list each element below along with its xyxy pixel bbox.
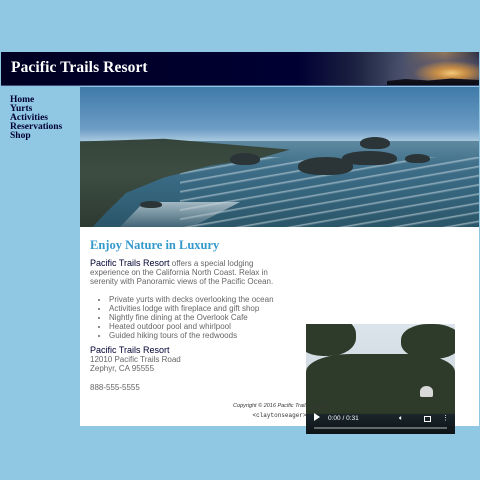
video-progress-bar[interactable] xyxy=(314,427,447,429)
site-header: Pacific Trails Resort xyxy=(1,52,479,86)
resort-name-highlight: Pacific Trails Resort xyxy=(90,258,170,268)
address-name: Pacific Trails Resort xyxy=(90,345,170,355)
address-city: Zephyr, CA 95555 xyxy=(90,364,155,373)
features-list: Private yurts with decks overlooking the… xyxy=(97,295,302,340)
list-item: Nightly fine dining at the Overlook Cafe xyxy=(109,313,302,322)
hero-coast-image xyxy=(80,87,479,227)
yurt-in-video xyxy=(420,386,433,397)
main-nav: Home Yurts Activities Reservations Shop xyxy=(1,87,80,426)
list-item: Activities lodge with fireplace and gift… xyxy=(109,304,302,313)
intro-paragraph: Pacific Trails Resort offers a special l… xyxy=(90,258,294,287)
list-item: Guided hiking tours of the redwoods xyxy=(109,331,302,340)
page-footer: Copyright © 2016 Pacific Trails Resort <… xyxy=(80,403,479,420)
main-content: Enjoy Nature in Luxury Pacific Trails Re… xyxy=(80,87,479,434)
nav-link-shop[interactable]: Shop xyxy=(10,131,80,141)
copyright-text: Copyright © 2016 Pacific Trails Resort xyxy=(233,403,326,409)
list-item: Private yurts with decks overlooking the… xyxy=(109,295,302,304)
phone-number: 888-555-5555 xyxy=(90,383,140,392)
address-block: Pacific Trails Resort 12010 Pacific Trai… xyxy=(90,345,181,374)
author-tag: <claytonseager> xyxy=(252,412,307,419)
section-heading: Enjoy Nature in Luxury xyxy=(90,238,220,252)
site-title: Pacific Trails Resort xyxy=(11,59,148,76)
list-item: Heated outdoor pool and whirlpool xyxy=(109,322,302,331)
address-street: 12010 Pacific Trails Road xyxy=(90,355,181,364)
page-wrapper: Pacific Trails Resort Home Yurts Activit… xyxy=(1,52,479,434)
content-area: Enjoy Nature in Luxury Pacific Trails Re… xyxy=(90,238,470,392)
